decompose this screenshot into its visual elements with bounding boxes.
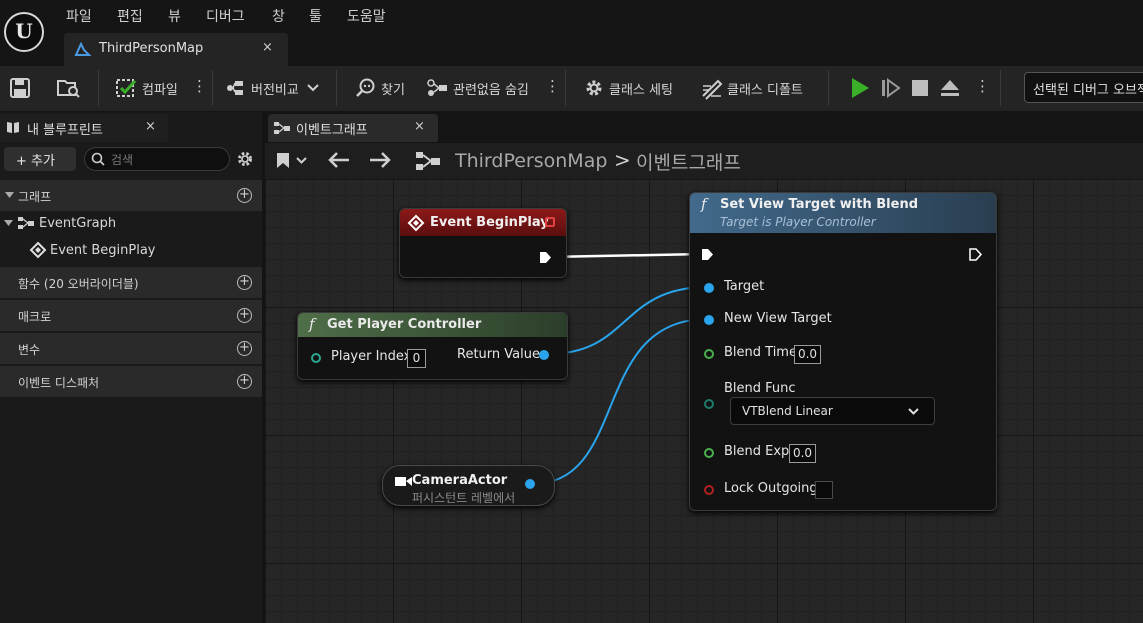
blend-time-pin[interactable] <box>704 349 714 359</box>
blend-exp-input[interactable]: 0.0 <box>789 444 816 463</box>
player-index-label: Player Index <box>331 349 412 364</box>
blend-func-value: VTBlend Linear <box>742 404 833 418</box>
exec-out-pin[interactable] <box>539 251 552 264</box>
target-label: Target <box>724 279 765 294</box>
function-icon: f <box>309 315 315 333</box>
exec-out-pin[interactable] <box>969 248 983 261</box>
blend-time-input[interactable]: 0.0 <box>794 345 821 364</box>
player-index-input[interactable]: 0 <box>407 349 426 368</box>
camera-actor-node[interactable]: CameraActor 퍼시스턴트 레벨에서 <box>382 465 555 506</box>
function-icon: f <box>701 195 707 213</box>
exec-in-pin[interactable] <box>701 248 714 261</box>
camera-actor-subtitle: 퍼시스턴트 레벨에서 <box>412 491 516 505</box>
blend-time-label: Blend Time <box>724 345 797 360</box>
blend-func-label: Blend Func <box>724 381 796 396</box>
camera-icon <box>395 477 412 486</box>
chevron-down-icon <box>908 408 919 415</box>
set-view-target-subtitle: Target is Player Controller <box>720 215 876 229</box>
blend-exp-pin[interactable] <box>704 448 714 458</box>
event-begin-play-node[interactable]: Event BeginPlay <box>399 208 567 278</box>
set-view-target-node[interactable]: f Set View Target with Blend Target is P… <box>689 192 997 511</box>
event-begin-play-title: Event BeginPlay <box>430 215 549 230</box>
lock-outgoing-checkbox[interactable] <box>815 481 833 499</box>
new-view-target-pin[interactable] <box>704 315 714 325</box>
exec-wire <box>547 252 705 259</box>
delegate-pin[interactable] <box>545 217 555 227</box>
return-value-pin[interactable] <box>539 350 549 360</box>
blend-exp-label: Blend Exp <box>724 444 790 459</box>
event-diamond-icon <box>407 214 425 232</box>
camera-actor-title: CameraActor <box>412 473 508 488</box>
lock-outgoing-label: Lock Outgoing <box>724 481 818 496</box>
lock-outgoing-pin[interactable] <box>704 485 714 495</box>
new-view-target-label: New View Target <box>724 311 832 326</box>
player-index-pin[interactable] <box>311 353 321 363</box>
get-player-controller-title: Get Player Controller <box>327 317 482 332</box>
blend-func-pin[interactable] <box>704 399 714 409</box>
target-pin[interactable] <box>704 283 714 293</box>
set-view-target-title: Set View Target with Blend <box>720 197 919 212</box>
controller-target-wire <box>547 286 709 355</box>
camera-actor-out-pin[interactable] <box>525 479 535 489</box>
get-player-controller-node[interactable]: f Get Player Controller Player Index 0 R… <box>297 312 568 380</box>
return-value-label: Return Value <box>457 347 540 362</box>
blend-func-select[interactable]: VTBlend Linear <box>730 397 935 425</box>
